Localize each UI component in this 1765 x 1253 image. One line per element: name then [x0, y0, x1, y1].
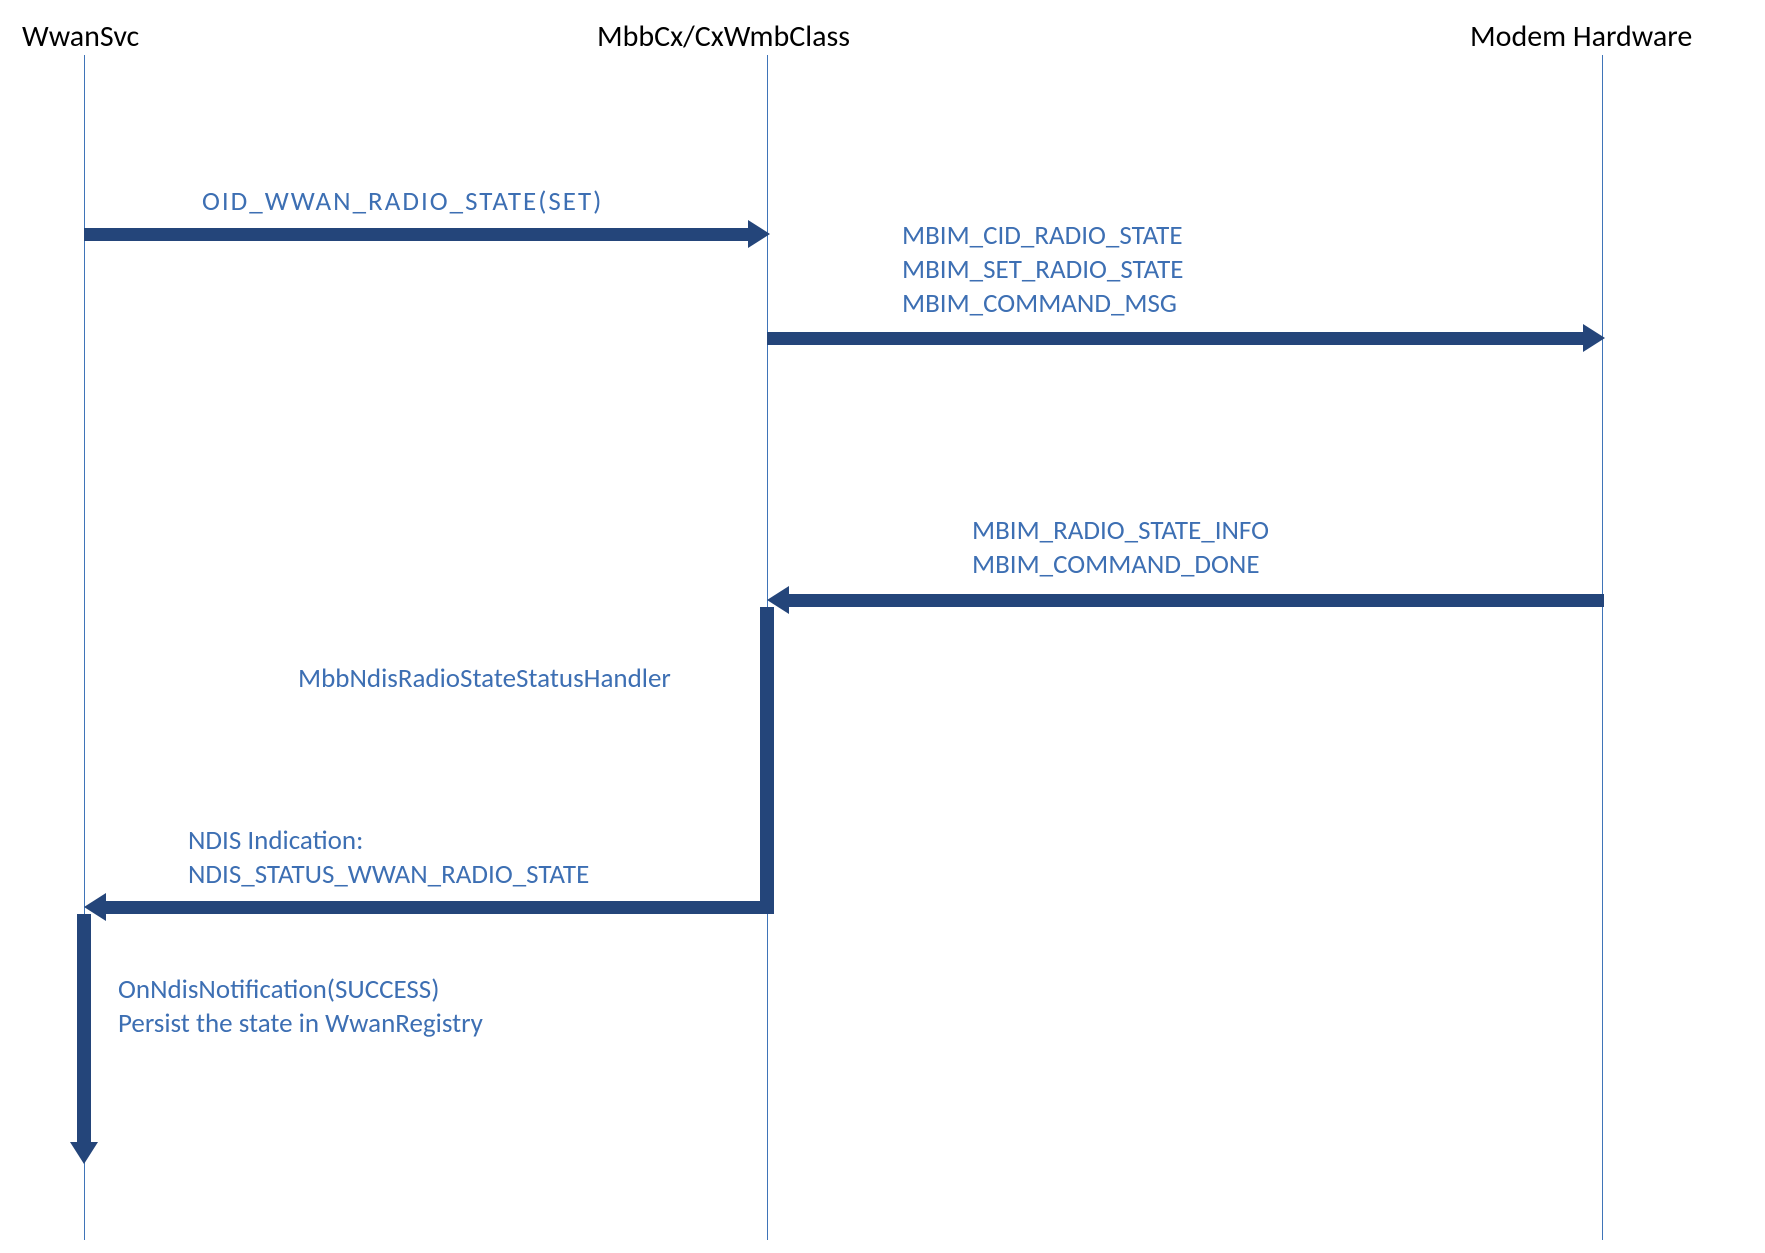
participant-modem-hardware: Modem Hardware [1470, 18, 1692, 55]
participant-mbbcx: MbbCx/CxWmbClass [597, 18, 850, 55]
arrowhead-oid-wwan-radio-state [748, 220, 770, 248]
sequence-diagram: WwanSvc MbbCx/CxWmbClass Modem Hardware … [0, 0, 1765, 1253]
arrowhead-mbim-command-msg [1583, 324, 1605, 352]
arrow-ndis-indication [105, 901, 774, 914]
label-oid-wwan-radio-state: OID_WWAN_RADIO_STATE(SET) [202, 185, 603, 219]
arrow-oid-wwan-radio-state [84, 228, 748, 241]
label-ndis-indication: NDIS Indication: NDIS_STATUS_WWAN_RADIO_… [188, 824, 589, 892]
activation-wwansvc [77, 914, 91, 1142]
label-mbim-command-done: MBIM_RADIO_STATE_INFO MBIM_COMMAND_DONE [972, 514, 1269, 582]
arrow-mbim-command-done [788, 594, 1604, 607]
lifeline-modem-hardware [1602, 55, 1603, 1240]
participant-wwansvc: WwanSvc [22, 18, 139, 55]
arrowhead-onndisnotification [70, 1142, 98, 1164]
label-onndisnotification: OnNdisNotification(SUCCESS) Persist the … [118, 973, 483, 1041]
label-mbim-command-msg: MBIM_CID_RADIO_STATE MBIM_SET_RADIO_STAT… [902, 219, 1183, 320]
arrow-mbim-command-msg [767, 332, 1584, 345]
label-mbbndisradiostatestatushandler: MbbNdisRadioStateStatusHandler [298, 662, 671, 696]
activation-mbbcx [760, 607, 774, 901]
